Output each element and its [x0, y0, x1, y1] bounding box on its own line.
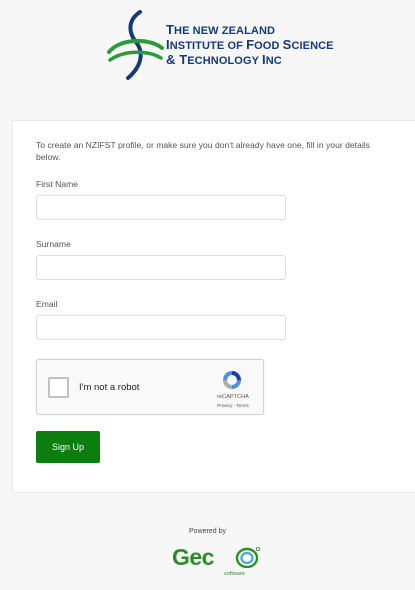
recaptcha-logo-icon: [223, 371, 241, 389]
first-name-input[interactable]: [36, 195, 286, 220]
organisation-name-line-1: The New Zealand: [166, 23, 334, 38]
recaptcha-label: I'm not a robot: [79, 382, 140, 393]
recaptcha-widget: I'm not a robot reCAPTCHA Privacy - Term…: [36, 359, 264, 415]
org-line2-rest: nstitute Of: [169, 40, 247, 52]
signup-form-card: To create an NZIFST profile, or make sur…: [12, 120, 415, 493]
first-name-label: First Name: [36, 179, 79, 189]
gecco-logo-subtitle: software: [224, 571, 245, 577]
org-line2-rest-3: cience: [291, 40, 334, 52]
nzifst-logo: The New Zealand Institute Of Food Scienc…: [106, 10, 334, 80]
org-line1-initial: T: [166, 22, 175, 37]
surname-input[interactable]: [36, 255, 286, 280]
organisation-name: The New Zealand Institute Of Food Scienc…: [166, 23, 334, 68]
org-line2-initial-2: F: [246, 37, 255, 52]
sign-up-button[interactable]: Sign Up: [36, 431, 100, 463]
gecco-o-icon: [235, 546, 260, 568]
org-line3-rest: echnology: [187, 55, 263, 67]
org-line2-rest-2: ood: [254, 40, 283, 52]
recaptcha-brand: reCAPTCHA: [217, 394, 249, 400]
gecco-logo: Gec software: [172, 544, 268, 584]
email-label: Email: [36, 299, 58, 309]
gecco-logo-word: Gec: [172, 544, 214, 570]
recaptcha-privacy-terms[interactable]: Privacy - Terms: [205, 403, 261, 408]
surname-label: Surname: [36, 239, 71, 249]
nzifst-swirl-icon: [107, 10, 164, 80]
organisation-name-line-3: & Technology Inc: [166, 53, 334, 68]
signup-page: The New Zealand Institute Of Food Scienc…: [0, 0, 415, 590]
org-line3-amp: &: [166, 52, 180, 67]
email-input[interactable]: [36, 315, 286, 340]
recaptcha-checkbox[interactable]: [48, 377, 69, 398]
org-line3-rest-2: nc: [265, 55, 282, 67]
form-intro-text: To create an NZIFST profile, or make sur…: [36, 140, 370, 162]
org-line1-rest: he New Zealand: [174, 25, 276, 37]
powered-by-text: Powered by: [189, 528, 226, 535]
organisation-name-line-2: Institute Of Food Science: [166, 38, 334, 53]
